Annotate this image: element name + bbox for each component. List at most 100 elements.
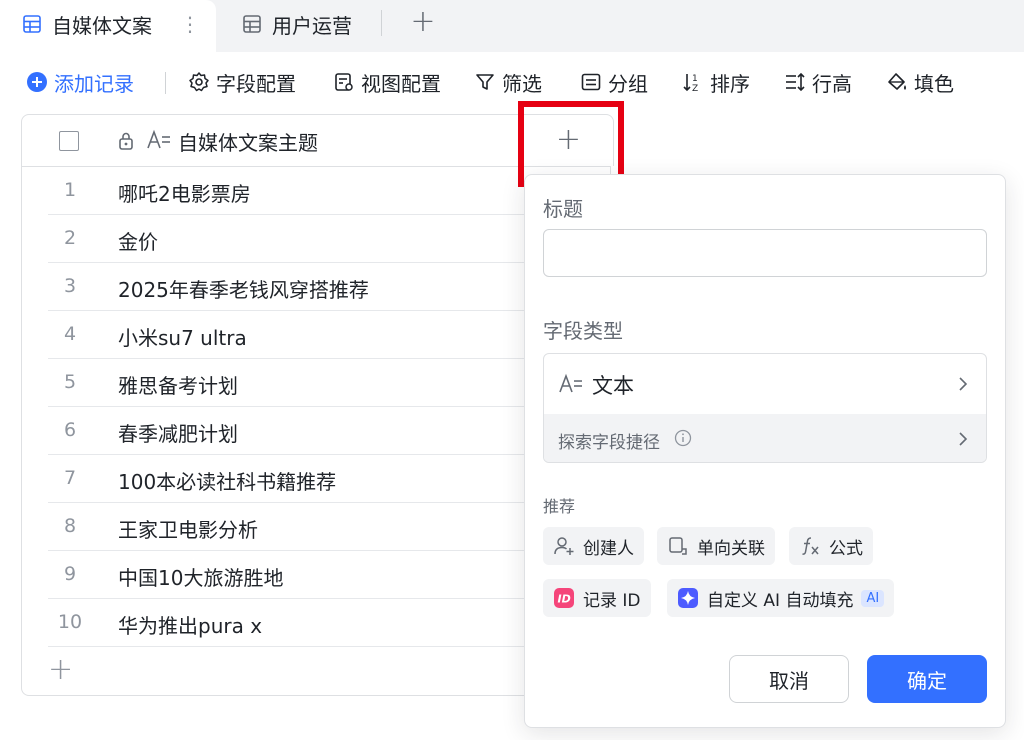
chip-one-way-link[interactable]: 单向关联: [657, 527, 775, 565]
row-cell[interactable]: 2025年春季老钱风穿搭推荐: [118, 274, 369, 303]
svg-text:Z: Z: [692, 84, 698, 93]
group-list-icon: [581, 73, 601, 91]
field-type-select[interactable]: 文本: [544, 354, 986, 414]
row-cell[interactable]: 金价: [118, 226, 158, 255]
row-cell[interactable]: 华为推出pura x: [118, 610, 262, 639]
row-cell[interactable]: 王家卫电影分析: [118, 514, 258, 543]
text-field-icon: [147, 129, 170, 149]
filter-label: 筛选: [502, 71, 542, 96]
select-all-checkbox[interactable]: [59, 131, 79, 151]
chip-formula[interactable]: 公式: [789, 527, 873, 565]
table-row[interactable]: 7 100本必读社科书籍推荐: [22, 455, 610, 503]
row-cell[interactable]: 雅思备考计划: [118, 370, 238, 399]
sort-button[interactable]: 1 Z 排序: [682, 68, 750, 96]
sort-label: 排序: [710, 71, 750, 96]
tab-label: 自媒体文案: [52, 13, 152, 38]
chip-label: 创建人: [583, 538, 634, 559]
row-number: 5: [63, 371, 77, 393]
primary-column-header[interactable]: 自媒体文案主题: [178, 127, 318, 156]
table-row[interactable]: 9 中国10大旅游胜地: [22, 551, 610, 599]
chip-label: 单向关联: [697, 538, 765, 559]
chip-label: 公式: [829, 538, 863, 559]
explore-shortcut-label: 探索字段捷径: [558, 433, 660, 453]
title-label: 标题: [543, 197, 583, 221]
ai-badge: AI: [861, 589, 885, 607]
confirm-button[interactable]: 确定: [867, 655, 987, 703]
tab-zimeiti-wenan[interactable]: 自媒体文案: [22, 10, 152, 38]
view-config-label: 视图配置: [361, 71, 441, 96]
table-row[interactable]: 5 雅思备考计划: [22, 359, 610, 407]
row-number: 7: [63, 467, 77, 489]
tab-yonghu-yunying[interactable]: 用户运营: [242, 10, 352, 38]
toolbar-divider: [165, 72, 166, 94]
row-number: 2: [63, 227, 77, 249]
data-table: 自媒体文案主题 1 哪吒2电影票房 2 金价 3 2025年春季老钱风穿搭推荐 4 小米…: [21, 114, 611, 696]
fill-color-label: 填色: [914, 71, 954, 96]
chip-creator[interactable]: 创建人: [543, 527, 644, 565]
table-row[interactable]: 8 王家卫电影分析: [22, 503, 610, 551]
grid-table-icon: [243, 15, 261, 33]
recommend-label: 推荐: [543, 497, 576, 516]
view-config-button[interactable]: 视图配置: [333, 68, 441, 96]
chip-label: 自定义 AI 自动填充: [707, 590, 854, 611]
record-id-icon: ID: [554, 588, 574, 608]
row-number: 6: [63, 419, 77, 441]
table-row[interactable]: 2 金价: [22, 215, 610, 263]
row-number: 10: [57, 611, 83, 633]
row-height-button[interactable]: 行高: [784, 68, 852, 96]
filter-button[interactable]: 筛选: [474, 68, 542, 96]
filter-icon: [476, 74, 494, 90]
info-icon: [674, 429, 692, 447]
table-body: 1 哪吒2电影票房 2 金价 3 2025年春季老钱风穿搭推荐 4 小米su7 ultr…: [22, 167, 610, 647]
text-field-icon: [559, 373, 582, 393]
svg-text:1: 1: [692, 74, 698, 84]
chevron-right-icon: [959, 432, 968, 446]
row-cell[interactable]: 哪吒2电影票房: [118, 178, 251, 207]
add-row-icon[interactable]: +: [48, 655, 73, 685]
table-row[interactable]: 6 春季减肥计划: [22, 407, 610, 455]
cancel-button[interactable]: 取消: [729, 655, 849, 703]
group-label: 分组: [608, 71, 648, 96]
chip-ai-autofill[interactable]: 自定义 AI 自动填充 AI: [667, 579, 895, 617]
field-config-label: 字段配置: [216, 71, 296, 96]
table-row[interactable]: 3 2025年春季老钱风穿搭推荐: [22, 263, 610, 311]
chip-label: 记录 ID: [583, 590, 641, 611]
svg-text:ID: ID: [558, 593, 571, 606]
explore-field-shortcut[interactable]: 探索字段捷径: [544, 414, 986, 462]
more-vertical-icon[interactable]: ⋮: [180, 12, 200, 36]
field-type-value: 文本: [592, 374, 634, 398]
row-cell[interactable]: 100本必读社科书籍推荐: [118, 466, 336, 495]
row-height-label: 行高: [812, 71, 852, 96]
row-number: 4: [63, 323, 77, 345]
fill-color-button[interactable]: 填色: [886, 68, 954, 96]
lock-icon: [119, 132, 133, 150]
row-cell[interactable]: 中国10大旅游胜地: [118, 562, 283, 591]
sort-icon: 1 Z: [683, 74, 698, 93]
row-height-icon: [786, 72, 805, 92]
user-add-icon: [554, 537, 574, 555]
row-number: 3: [63, 275, 77, 297]
field-type-label: 字段类型: [543, 319, 623, 343]
group-button[interactable]: 分组: [580, 68, 648, 96]
table-row[interactable]: 10 华为推出pura x: [22, 599, 610, 647]
row-cell[interactable]: 小米su7 ultra: [118, 322, 247, 351]
add-record-button[interactable]: 添加记录: [26, 68, 134, 96]
tab-divider: [381, 10, 382, 36]
plus-circle-icon: [27, 72, 47, 92]
formula-icon: [802, 537, 819, 555]
row-cell[interactable]: 春季减肥计划: [118, 418, 238, 447]
gear-icon: [189, 72, 209, 92]
field-config-button[interactable]: 字段配置: [188, 68, 296, 96]
field-title-input[interactable]: [543, 229, 987, 277]
one-way-link-icon: [669, 537, 687, 555]
tab-label: 用户运营: [272, 13, 352, 38]
new-field-popover: 标题 字段类型 文本 探索字段捷径 推荐 创建人 单向关联 公式 ID 记录 I…: [524, 174, 1006, 728]
row-number: 1: [63, 179, 77, 201]
chip-record-id[interactable]: ID 记录 ID: [543, 579, 651, 617]
add-record-label: 添加记录: [54, 71, 134, 96]
ai-sparkle-icon: [678, 588, 698, 608]
view-settings-icon: [335, 73, 353, 91]
add-tab-icon[interactable]: +: [410, 6, 436, 38]
table-row[interactable]: 4 小米su7 ultra: [22, 311, 610, 359]
paint-bucket-icon: [888, 73, 906, 90]
